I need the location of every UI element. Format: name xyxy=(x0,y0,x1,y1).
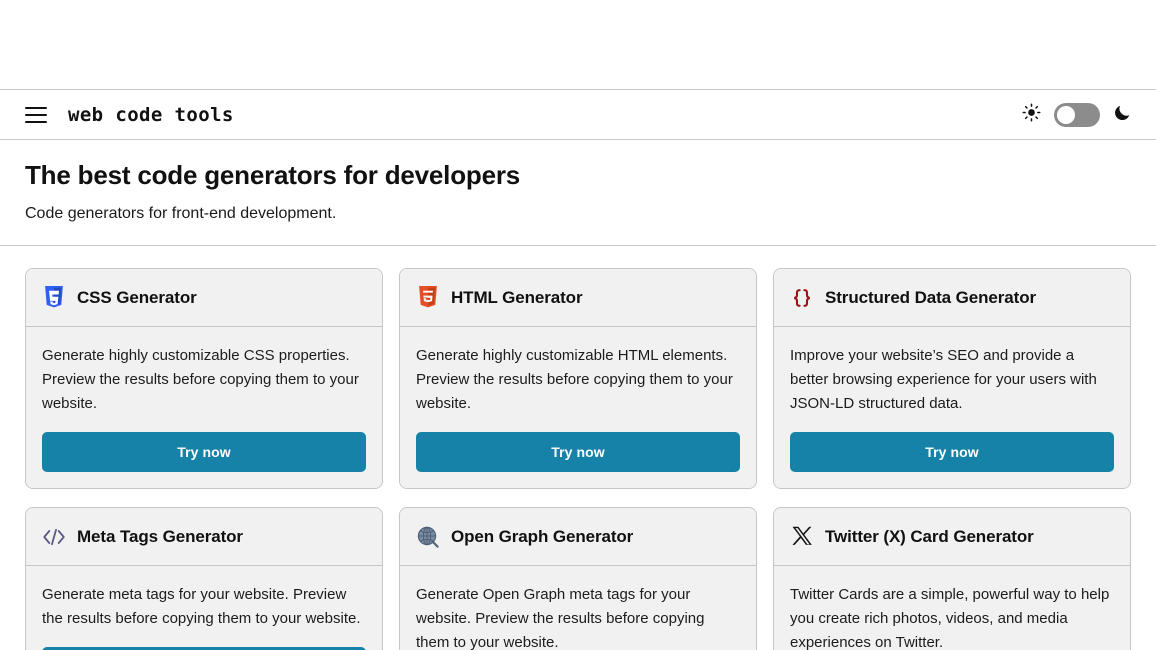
card-css-generator[interactable]: CSS Generator Generate highly customizab… xyxy=(25,267,383,489)
card-title: Twitter (X) Card Generator xyxy=(825,526,1034,546)
top-blank-area xyxy=(0,0,1156,89)
card-meta-tags-generator[interactable]: Meta Tags Generator Generate meta tags f… xyxy=(25,506,383,650)
theme-toggle-knob xyxy=(1057,105,1075,124)
card-header: Meta Tags Generator xyxy=(26,507,382,566)
theme-toggle-switch[interactable] xyxy=(1054,102,1100,127)
card-header: CSS Generator xyxy=(26,268,382,327)
page-title: The best code generators for developers xyxy=(25,160,521,190)
header-actions xyxy=(1022,102,1132,127)
card-title: Open Graph Generator xyxy=(451,526,634,546)
card-title: CSS Generator xyxy=(77,287,197,307)
card-title: Structured Data Generator xyxy=(825,287,1036,307)
generator-cards-grid: CSS Generator Generate highly customizab… xyxy=(0,246,1156,650)
card-title: HTML Generator xyxy=(451,287,583,307)
try-now-button-css[interactable]: Try now xyxy=(42,431,366,472)
card-header: Open Graph Generator xyxy=(400,507,756,566)
card-open-graph-generator[interactable]: Open Graph Generator Generate Open Graph… xyxy=(399,506,757,650)
card-html-generator[interactable]: HTML Generator Generate highly customiza… xyxy=(399,267,757,489)
sun-icon[interactable] xyxy=(1022,103,1041,127)
card-title: Meta Tags Generator xyxy=(77,526,243,546)
card-description: Twitter Cards are a simple, powerful way… xyxy=(790,585,1110,650)
card-description: Generate Open Graph meta tags for your w… xyxy=(416,585,705,650)
card-structured-data-generator[interactable]: Structured Data Generator Improve your w… xyxy=(773,267,1131,489)
card-body: Generate meta tags for your website. Pre… xyxy=(26,565,382,650)
curly-braces-icon xyxy=(790,286,814,310)
code-brackets-icon xyxy=(42,525,66,549)
page-header-section: The best code generators for developers … xyxy=(0,140,1156,246)
app-brand-title: web code tools xyxy=(68,103,234,126)
card-description: Generate highly customizable CSS propert… xyxy=(42,346,359,412)
card-twitter-card-generator[interactable]: Twitter (X) Card Generator Twitter Cards… xyxy=(773,506,1131,650)
card-body: Twitter Cards are a simple, powerful way… xyxy=(774,565,1130,650)
card-header: Structured Data Generator xyxy=(774,268,1130,327)
html5-icon xyxy=(416,285,440,310)
css3-icon xyxy=(42,285,66,310)
card-body: Generate Open Graph meta tags for your w… xyxy=(400,565,756,650)
card-header: Twitter (X) Card Generator xyxy=(774,507,1130,566)
moon-icon[interactable] xyxy=(1113,103,1132,127)
card-body: Generate highly customizable CSS propert… xyxy=(26,326,382,488)
page-subtitle: Code generators for front-end developmen… xyxy=(25,204,337,222)
globe-icon xyxy=(416,525,440,549)
hamburger-icon[interactable] xyxy=(25,106,47,123)
try-now-button-html[interactable]: Try now xyxy=(416,431,740,472)
card-body: Improve your website’s SEO and provide a… xyxy=(774,326,1130,488)
try-now-button-structured-data[interactable]: Try now xyxy=(790,431,1114,472)
card-header: HTML Generator xyxy=(400,268,756,327)
card-description: Generate highly customizable HTML elemen… xyxy=(416,346,733,412)
x-logo-icon xyxy=(790,525,814,549)
card-body: Generate highly customizable HTML elemen… xyxy=(400,326,756,488)
app-header: web code tools xyxy=(0,89,1156,140)
card-description: Improve your website’s SEO and provide a… xyxy=(790,346,1097,412)
card-description: Generate meta tags for your website. Pre… xyxy=(42,585,361,627)
